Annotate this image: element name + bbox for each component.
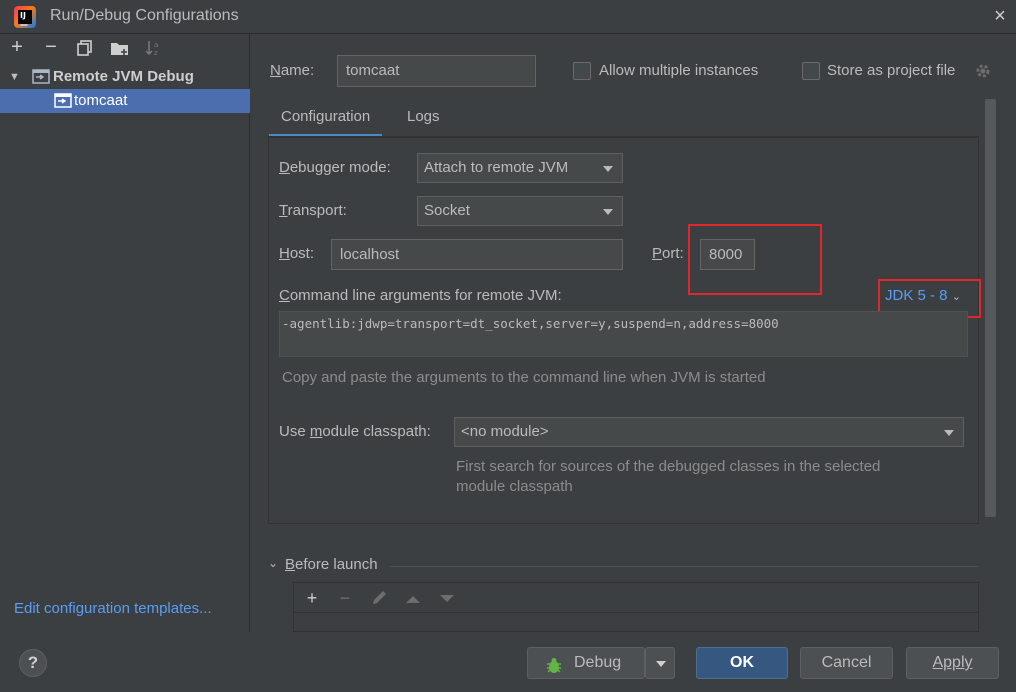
allow-multiple-instances-label: Allow multiple instances bbox=[599, 62, 759, 79]
dropdown-arrow-icon bbox=[656, 661, 666, 667]
command-line-args-field[interactable]: -agentlib:jdwp=transport=dt_socket,serve… bbox=[279, 311, 968, 357]
module-classpath-label: Use module classpath: bbox=[279, 423, 431, 440]
module-classpath-hint-line2: module classpath bbox=[456, 478, 573, 495]
before-launch-remove-icon[interactable]: − bbox=[333, 588, 357, 608]
bug-icon bbox=[546, 655, 562, 685]
allow-multiple-instances-checkbox[interactable] bbox=[573, 62, 591, 80]
debug-dropdown-button[interactable] bbox=[645, 647, 675, 679]
name-label: Name: bbox=[270, 62, 315, 79]
debugger-mode-value: Attach to remote JVM bbox=[424, 159, 569, 176]
tree-item-tomcaat[interactable]: tomcaat bbox=[0, 89, 250, 113]
configurations-sidebar bbox=[0, 34, 250, 632]
dropdown-arrow-icon bbox=[603, 209, 613, 215]
tree-group-label: Remote JVM Debug bbox=[53, 68, 194, 85]
dropdown-arrow-icon bbox=[603, 166, 613, 172]
pencil-icon[interactable] bbox=[370, 589, 388, 607]
remote-config-icon bbox=[54, 93, 72, 117]
close-icon[interactable]: × bbox=[988, 4, 1012, 28]
port-highlight-box bbox=[688, 224, 822, 295]
dropdown-arrow-icon bbox=[944, 430, 954, 436]
store-as-project-file-checkbox[interactable] bbox=[802, 62, 820, 80]
add-icon[interactable]: + bbox=[6, 36, 28, 58]
svg-text:a: a bbox=[154, 41, 158, 49]
module-classpath-hint-line1: First search for sources of the debugged… bbox=[456, 458, 881, 475]
sort-icon[interactable]: az bbox=[145, 40, 163, 57]
remove-icon[interactable]: − bbox=[40, 36, 62, 58]
cancel-button[interactable]: Cancel bbox=[800, 647, 893, 679]
before-launch-list bbox=[293, 582, 979, 632]
host-field[interactable]: localhost bbox=[331, 239, 623, 270]
transport-value: Socket bbox=[424, 202, 470, 219]
transport-select[interactable]: Socket bbox=[417, 196, 623, 226]
tree-group-remote-jvm-debug[interactable]: ▼ Remote JVM Debug bbox=[0, 65, 250, 89]
debugger-mode-label: Debugger mode: bbox=[279, 159, 391, 176]
tree-item-label: tomcaat bbox=[74, 92, 128, 109]
move-up-icon[interactable] bbox=[404, 592, 422, 604]
before-launch-toolbar-divider bbox=[293, 612, 979, 613]
edit-configuration-templates-link[interactable]: Edit configuration templates... bbox=[14, 600, 212, 617]
gear-icon[interactable] bbox=[974, 62, 992, 80]
tab-configuration[interactable]: Configuration bbox=[269, 99, 383, 137]
help-button[interactable]: ? bbox=[19, 649, 47, 677]
apply-button[interactable]: Apply bbox=[906, 647, 999, 679]
chevron-down-icon[interactable]: ⌄ bbox=[268, 556, 278, 570]
command-line-args-label: Command line arguments for remote JVM: bbox=[279, 287, 562, 304]
vertical-scrollbar[interactable] bbox=[985, 99, 996, 517]
chevron-down-icon: ▼ bbox=[9, 71, 20, 83]
module-classpath-select[interactable]: <no module> bbox=[454, 417, 964, 447]
debugger-mode-select[interactable]: Attach to remote JVM bbox=[417, 153, 623, 183]
before-launch-divider bbox=[390, 566, 978, 567]
store-as-project-file-label: Store as project file bbox=[827, 62, 956, 79]
apply-button-label: Apply bbox=[932, 654, 973, 671]
transport-label: Transport: bbox=[279, 202, 347, 219]
name-field[interactable]: tomcaat bbox=[337, 55, 536, 87]
debug-button[interactable]: Debug bbox=[527, 647, 645, 679]
new-folder-icon[interactable] bbox=[110, 40, 130, 56]
svg-text:z: z bbox=[154, 49, 158, 56]
debug-button-label: Debug bbox=[574, 654, 622, 671]
command-line-args-hint: Copy and paste the arguments to the comm… bbox=[282, 369, 766, 386]
intellij-logo-icon: IJ — bbox=[14, 6, 36, 29]
before-launch-add-icon[interactable]: + bbox=[300, 588, 324, 608]
move-down-icon[interactable] bbox=[438, 592, 456, 604]
window-title: Run/Debug Configurations bbox=[50, 7, 239, 24]
module-classpath-value: <no module> bbox=[461, 423, 549, 440]
host-label: Host: bbox=[279, 245, 315, 262]
ok-button[interactable]: OK bbox=[696, 647, 788, 679]
tab-logs[interactable]: Logs bbox=[395, 99, 452, 137]
port-label: Port: bbox=[652, 245, 684, 262]
before-launch-label: Before launch bbox=[285, 556, 378, 573]
copy-icon[interactable] bbox=[77, 40, 93, 56]
